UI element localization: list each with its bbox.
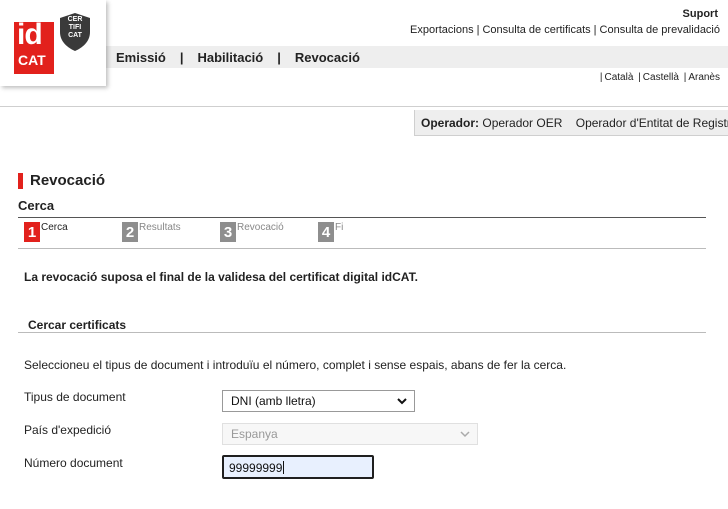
operator-name: Operador OER [482, 116, 563, 130]
top-link-separator: | [593, 24, 597, 36]
doc-type-select[interactable]: DNI (amb lletra) [222, 390, 415, 412]
chevron-down-icon [396, 394, 408, 411]
country-select[interactable]: Espanya [222, 423, 478, 445]
shield-line-1: CER [67, 16, 83, 23]
lang-separator: | [599, 72, 603, 83]
certificat-shield-icon: CER TIFI CAT [58, 12, 92, 52]
lang-aranes[interactable]: Aranès [688, 72, 720, 83]
step-number: 3 [220, 222, 236, 242]
shield-line-3: CAT [68, 32, 82, 39]
page-title: Revocació [18, 172, 105, 189]
operator-label: Operador: [421, 116, 480, 130]
step-label: Revocació [237, 222, 284, 233]
search-instructions: Seleccioneu el tipus de document i intro… [24, 358, 567, 372]
logo-id-text: id [17, 18, 43, 51]
lang-separator: | [683, 72, 687, 83]
page-subtitle: Cerca [18, 198, 55, 213]
nav-separator: | [179, 50, 184, 65]
language-selector: | Català | Castellà | Aranès [598, 72, 720, 83]
main-nav-band [0, 46, 728, 68]
step-fi: 4 Fi [318, 222, 343, 242]
revocation-notice: La revocació suposa el final de la valid… [24, 270, 418, 284]
doc-type-value: DNI (amb lletra) [231, 394, 316, 408]
text-caret [283, 461, 285, 474]
search-section-title: Cercar certificats [28, 318, 127, 332]
search-divider [18, 332, 706, 333]
header-divider [0, 106, 728, 107]
shield-line-2: TIFI [68, 24, 82, 31]
nav-separator: | [277, 50, 281, 65]
steps-divider [18, 248, 706, 249]
consulta-prevalidacio-link[interactable]: Consulta de prevalidació [600, 24, 720, 36]
chevron-down-icon [459, 427, 471, 444]
step-revocacio: 3 Revocació [220, 222, 284, 242]
consulta-certificats-link[interactable]: Consulta de certificats [482, 24, 590, 36]
step-resultats: 2 Resultats [122, 222, 181, 242]
step-label: Fi [335, 222, 344, 233]
top-links: Exportacions | Consulta de certificats | Con… [410, 24, 720, 36]
country-label: País d'expedició [24, 423, 112, 437]
step-cerca: 1 Cerca [24, 222, 68, 242]
logo-cat-text: CAT [18, 52, 46, 68]
main-nav: Emissió | Habilitació | Revocació [116, 50, 360, 65]
idcat-logo-mark: id CAT [14, 18, 54, 74]
country-value: Espanya [231, 427, 278, 441]
nav-item-revocacio[interactable]: Revocació [295, 50, 360, 65]
step-label: Resultats [139, 222, 181, 233]
wizard-steps: 1 Cerca 2 Resultats 3 Revocació 4 Fi [24, 222, 704, 246]
lang-separator: | [638, 72, 641, 83]
exportacions-link[interactable]: Exportacions [410, 24, 474, 36]
title-divider [18, 217, 706, 218]
step-label: Cerca [41, 222, 68, 233]
step-number: 1 [24, 222, 40, 242]
doc-number-label: Número document [24, 456, 123, 470]
nav-item-emissio[interactable]: Emissió [116, 50, 166, 65]
step-number: 4 [318, 222, 334, 242]
doc-number-value: 99999999 [229, 461, 283, 475]
suport-link[interactable]: Suport [683, 8, 718, 20]
nav-item-habilitacio[interactable]: Habilitació [198, 50, 264, 65]
doc-number-input[interactable]: 99999999 [222, 455, 374, 479]
lang-castella[interactable]: Castellà [643, 72, 679, 83]
doc-type-label: Tipus de document [24, 390, 126, 404]
lang-catala[interactable]: Català [604, 72, 633, 83]
top-link-separator: | [476, 24, 480, 36]
step-number: 2 [122, 222, 138, 242]
idcat-logo[interactable]: id CAT CER TIFI CAT [0, 0, 106, 86]
operator-box: Operador: Operador OER Operador d'Entita… [414, 110, 728, 136]
operator-role: Operador d'Entitat de Registre [575, 116, 728, 130]
